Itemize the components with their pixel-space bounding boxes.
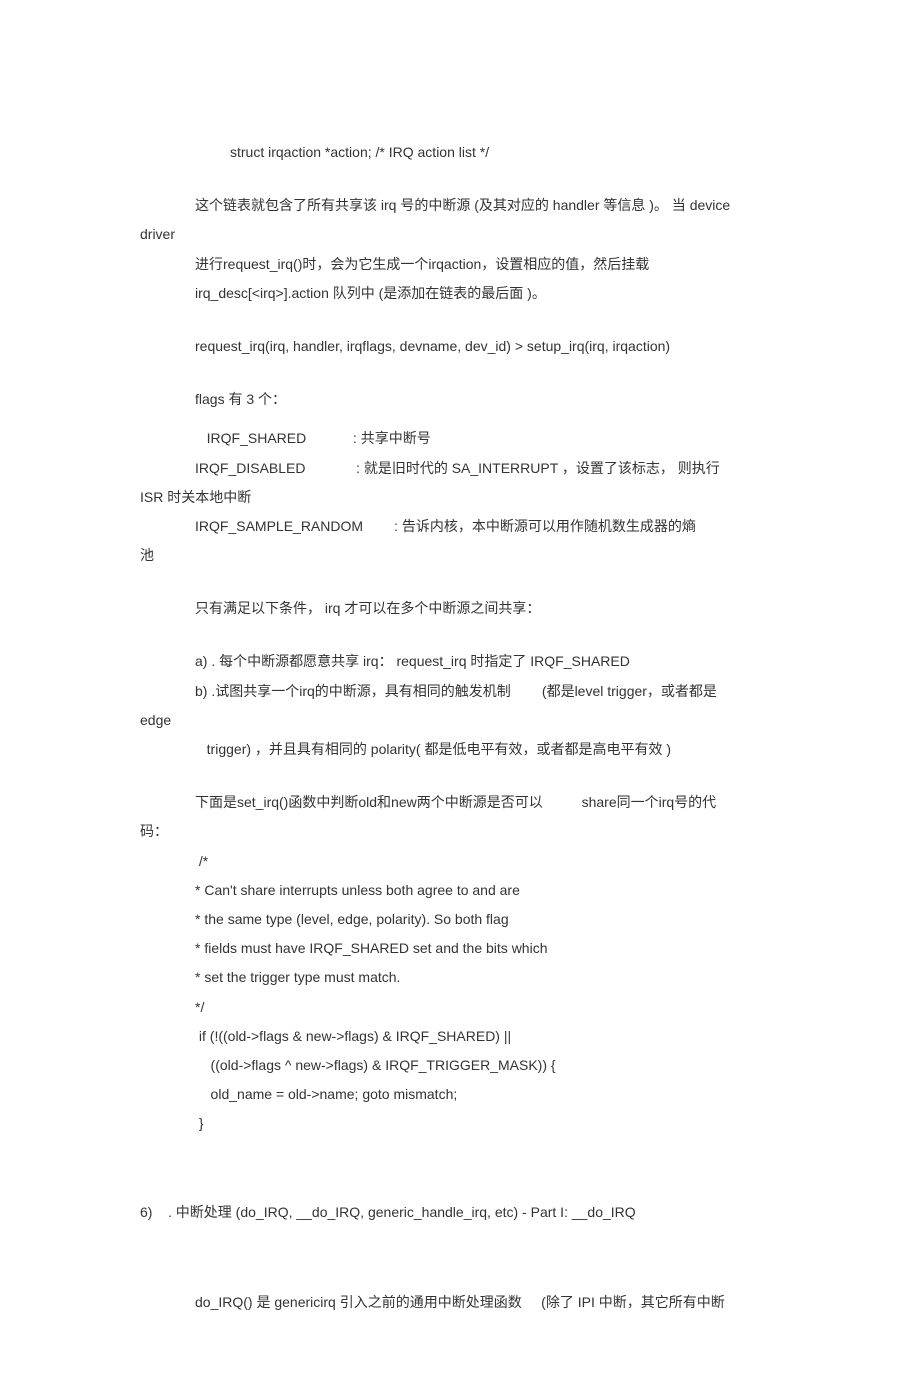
body-text: ISR 时关本地中断 xyxy=(140,485,780,510)
list-item: b) .试图共享一个irq的中断源，具有相同的触发机制 (都是level tri… xyxy=(140,679,780,704)
code-line: request_irq(irq, handler, irqflags, devn… xyxy=(140,334,780,359)
body-text: do_IRQ() 是 genericirq 引入之前的通用中断处理函数 (除了 … xyxy=(140,1290,780,1315)
code-comment: * set the trigger type must match. xyxy=(140,965,780,990)
body-text: 只有满足以下条件， irq 才可以在多个中断源之间共享： xyxy=(140,596,780,621)
code-comment: */ xyxy=(140,995,780,1020)
body-text: trigger) ，并且具有相同的 polarity( 都是低电平有效，或者都是… xyxy=(140,737,780,762)
code-comment: * the same type (level, edge, polarity).… xyxy=(140,907,780,932)
body-text: 进行request_irq()时，会为它生成一个irqaction，设置相应的值… xyxy=(140,252,780,277)
code-line: ((old->flags ^ new->flags) & IRQF_TRIGGE… xyxy=(140,1053,780,1078)
code-comment: * Can't share interrupts unless both agr… xyxy=(140,878,780,903)
body-text: irq_desc[<irq>].action 队列中 (是添加在链表的最后面 )… xyxy=(140,281,780,306)
code-comment: * fields must have IRQF_SHARED set and t… xyxy=(140,936,780,961)
list-item: a) . 每个中断源都愿意共享 irq： request_irq 时指定了 IR… xyxy=(140,649,780,674)
flag-definition: IRQF_DISABLED : 就是旧时代的 SA_INTERRUPT ，设置了… xyxy=(140,456,780,481)
flag-definition: IRQF_SAMPLE_RANDOM : 告诉内核，本中断源可以用作随机数生成器… xyxy=(140,514,780,539)
code-line: struct irqaction *action; /* IRQ action … xyxy=(140,140,780,165)
body-text: 这个链表就包含了所有共享该 irq 号的中断源 (及其对应的 handler 等… xyxy=(140,193,780,218)
body-text: edge xyxy=(140,708,780,733)
code-comment: /* xyxy=(140,849,780,874)
body-text: 码： xyxy=(140,819,780,844)
code-line: if (!((old->flags & new->flags) & IRQF_S… xyxy=(140,1024,780,1049)
section-heading: 6) . 中断处理 (do_IRQ, __do_IRQ, generic_han… xyxy=(140,1200,780,1225)
body-text: flags 有 3 个： xyxy=(140,387,780,412)
code-line: old_name = old->name; goto mismatch; xyxy=(140,1082,780,1107)
flag-definition: IRQF_SHARED : 共享中断号 xyxy=(140,426,780,451)
body-text: driver xyxy=(140,222,780,247)
body-text: 池 xyxy=(140,543,780,568)
body-text: 下面是set_irq()函数中判断old和new两个中断源是否可以 share同… xyxy=(140,790,780,815)
code-line: } xyxy=(140,1111,780,1136)
